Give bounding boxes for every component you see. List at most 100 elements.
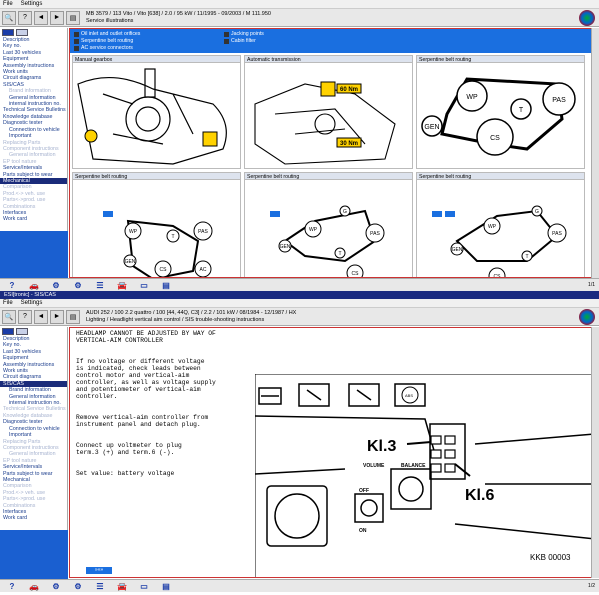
top-menubar: File Settings [0, 0, 599, 9]
sidebar-item[interactable]: Technical Service Bulletins [0, 107, 67, 113]
vehicle-icon[interactable]: 🚘 [114, 581, 130, 591]
belt-diagram: G WP PAS GEN T CS [270, 205, 385, 277]
checkbox-label: AC service connectors [81, 45, 133, 51]
top-sidebar: Description Key no. Last 30 vehicles Equipm… [0, 28, 68, 278]
illustration-tile[interactable]: Serpentine belt routing G WP PAS GEN T C… [244, 172, 413, 277]
print-icon[interactable]: ▤ [66, 309, 80, 324]
top-window: File Settings 🔍 ? ◄ ► ▤ MB 3579 / 113 Vi… [0, 0, 599, 291]
car-tab-icon[interactable] [2, 29, 14, 36]
gear-icon[interactable]: ⚙ [70, 581, 86, 591]
car-icon[interactable]: 🚗 [26, 280, 42, 290]
bottom-menubar: File Settings [0, 299, 599, 308]
illustration-tile[interactable]: Serpentine belt routing WP T PAS GEN CS … [72, 172, 241, 277]
pulley-ac: AC [200, 267, 207, 273]
f6-button[interactable]: ? [18, 10, 32, 25]
filter-checkbox[interactable]: AC service connectors [74, 45, 224, 51]
bottom-toolbar: 🔍 ? ◄ ► ▤ AUDI 252 / 100 2.2 quattro / 1… [0, 308, 599, 326]
forward-icon[interactable]: ► [50, 10, 64, 25]
vehicle-icon[interactable]: 🚘 [114, 280, 130, 290]
top-scrollbar[interactable] [591, 28, 599, 278]
pulley-cs: CS [160, 267, 168, 273]
filter-checkbox[interactable]: Oil inlet and outlet orifices [74, 31, 224, 37]
car-icon[interactable]: 🚗 [26, 581, 42, 591]
document-icon[interactable]: ▭ [136, 280, 152, 290]
section-title: Service illustrations [86, 17, 134, 24]
pulley-gen: GEN [125, 259, 136, 265]
sidebar-item[interactable]: Work card [0, 216, 67, 222]
checkbox-label: Cabin filter [231, 38, 256, 44]
vehicle-line: MB 3579 / 113 Vito / Vito [638] / 2.0 / … [86, 11, 271, 17]
abs-label: ABS [405, 393, 413, 398]
pulley-g: G [535, 209, 539, 215]
pulley-cs: CS [352, 271, 360, 277]
pulley-cs: CS [490, 135, 500, 142]
car-tab-icon[interactable] [2, 328, 14, 335]
menu-file[interactable]: File [3, 1, 13, 7]
print-icon[interactable]: ▤ [158, 581, 174, 591]
top-main-panel: Oil inlet and outlet orifices Jacking poi… [69, 28, 599, 278]
search-icon[interactable]: 🔍 [2, 309, 16, 324]
pulley-t: T [338, 251, 341, 257]
pulley-pas: PAS [552, 97, 566, 104]
menu-settings[interactable]: Settings [21, 300, 43, 306]
pulley-gen: GEN [452, 247, 463, 253]
kl6-label: Kl.6 [465, 487, 494, 504]
print-icon[interactable]: ▤ [158, 280, 174, 290]
print-icon[interactable]: ▤ [66, 10, 80, 25]
f6-button[interactable]: ? [18, 309, 32, 324]
filter-checkbox[interactable]: Cabin filter [224, 38, 324, 44]
top-status-toolbar: ? 🚗 ⚙ ⚙ ☰ 🚘 ▭ ▤ 1/1 [0, 278, 599, 291]
filter-checkbox[interactable]: Serpentine belt routing [74, 38, 224, 44]
balance-label: BALANCE [401, 463, 426, 469]
sidebar-item[interactable]: Technical Service Bulletins [0, 406, 67, 412]
pulley-g: G [343, 209, 347, 215]
checkbox-icon[interactable] [224, 31, 229, 37]
sidebar-item[interactable]: Work card [0, 515, 67, 521]
filter-checkbox[interactable]: Jacking points [224, 31, 324, 37]
search-icon[interactable]: 🔍 [2, 10, 16, 25]
checkbox-icon[interactable] [74, 38, 79, 44]
help-icon[interactable]: ? [4, 280, 20, 290]
bosch-logo-icon [579, 10, 595, 26]
illustration-tile[interactable]: Manual gearbox [72, 55, 241, 169]
sidebar-fill [0, 530, 68, 582]
truck-tab-icon[interactable] [16, 328, 28, 335]
menu-file[interactable]: File [3, 300, 13, 306]
bottom-main-panel: HEADLAMP CANNOT BE ADJUSTED BY WAY OF VE… [69, 327, 594, 578]
checkbox-icon[interactable] [74, 45, 79, 51]
automatic-transmission-drawing: 60 Nm 30 Nm [254, 81, 396, 165]
tile-caption: Serpentine belt routing [417, 56, 584, 63]
checkbox-icon[interactable] [74, 31, 79, 37]
vehicle-info: MB 3579 / 113 Vito / Vito [638] / 2.0 / … [86, 11, 271, 24]
tool-icon[interactable]: ⚙ [48, 280, 64, 290]
vehicle-line: AUDI 252 / 100 2.2 quattro / 100 [44, 44… [86, 310, 297, 316]
illustration-tile[interactable]: Serpentine belt routing G WP PAS GEN T C… [416, 172, 585, 277]
belt-diagram: WP T PAS GEN CS AC [103, 211, 213, 277]
gear-icon[interactable]: ⚙ [70, 280, 86, 290]
pulley-gen: GEN [424, 124, 439, 131]
connector-figure: ABS VOLUME BALANCE OFF ON Kl.3 Kl.6 KKB … [255, 374, 593, 577]
list-icon[interactable]: ☰ [92, 280, 108, 290]
illustration-tile[interactable]: Serpentine belt routing WP PAS T GEN CS [416, 55, 585, 169]
checkbox-icon[interactable] [224, 38, 229, 44]
top-toolbar: 🔍 ? ◄ ► ▤ MB 3579 / 113 Vito / Vito [638… [0, 9, 599, 27]
list-icon[interactable]: ☰ [92, 581, 108, 591]
tool-icon[interactable]: ⚙ [48, 581, 64, 591]
truck-tab-icon[interactable] [16, 29, 28, 36]
volume-label: VOLUME [363, 463, 385, 469]
more-button[interactable]: »»» [86, 567, 112, 574]
vehicle-info: AUDI 252 / 100 2.2 quattro / 100 [44, 44… [86, 310, 296, 323]
illustration-tile[interactable]: Automatic transmission 60 Nm 30 Nm [244, 55, 413, 169]
pulley-pas: PAS [198, 229, 208, 235]
menu-settings[interactable]: Settings [21, 1, 43, 7]
help-icon[interactable]: ? [4, 581, 20, 591]
illustration-grid: Manual gearbox Automatic transmission 60… [70, 53, 598, 277]
tile-caption: Serpentine belt routing [245, 173, 412, 180]
document-icon[interactable]: ▭ [136, 581, 152, 591]
checkbox-label: Oil inlet and outlet orifices [81, 31, 141, 37]
back-icon[interactable]: ◄ [34, 309, 48, 324]
back-icon[interactable]: ◄ [34, 10, 48, 25]
bottom-scrollbar[interactable] [591, 327, 599, 578]
bosch-logo-icon [579, 309, 595, 325]
forward-icon[interactable]: ► [50, 309, 64, 324]
